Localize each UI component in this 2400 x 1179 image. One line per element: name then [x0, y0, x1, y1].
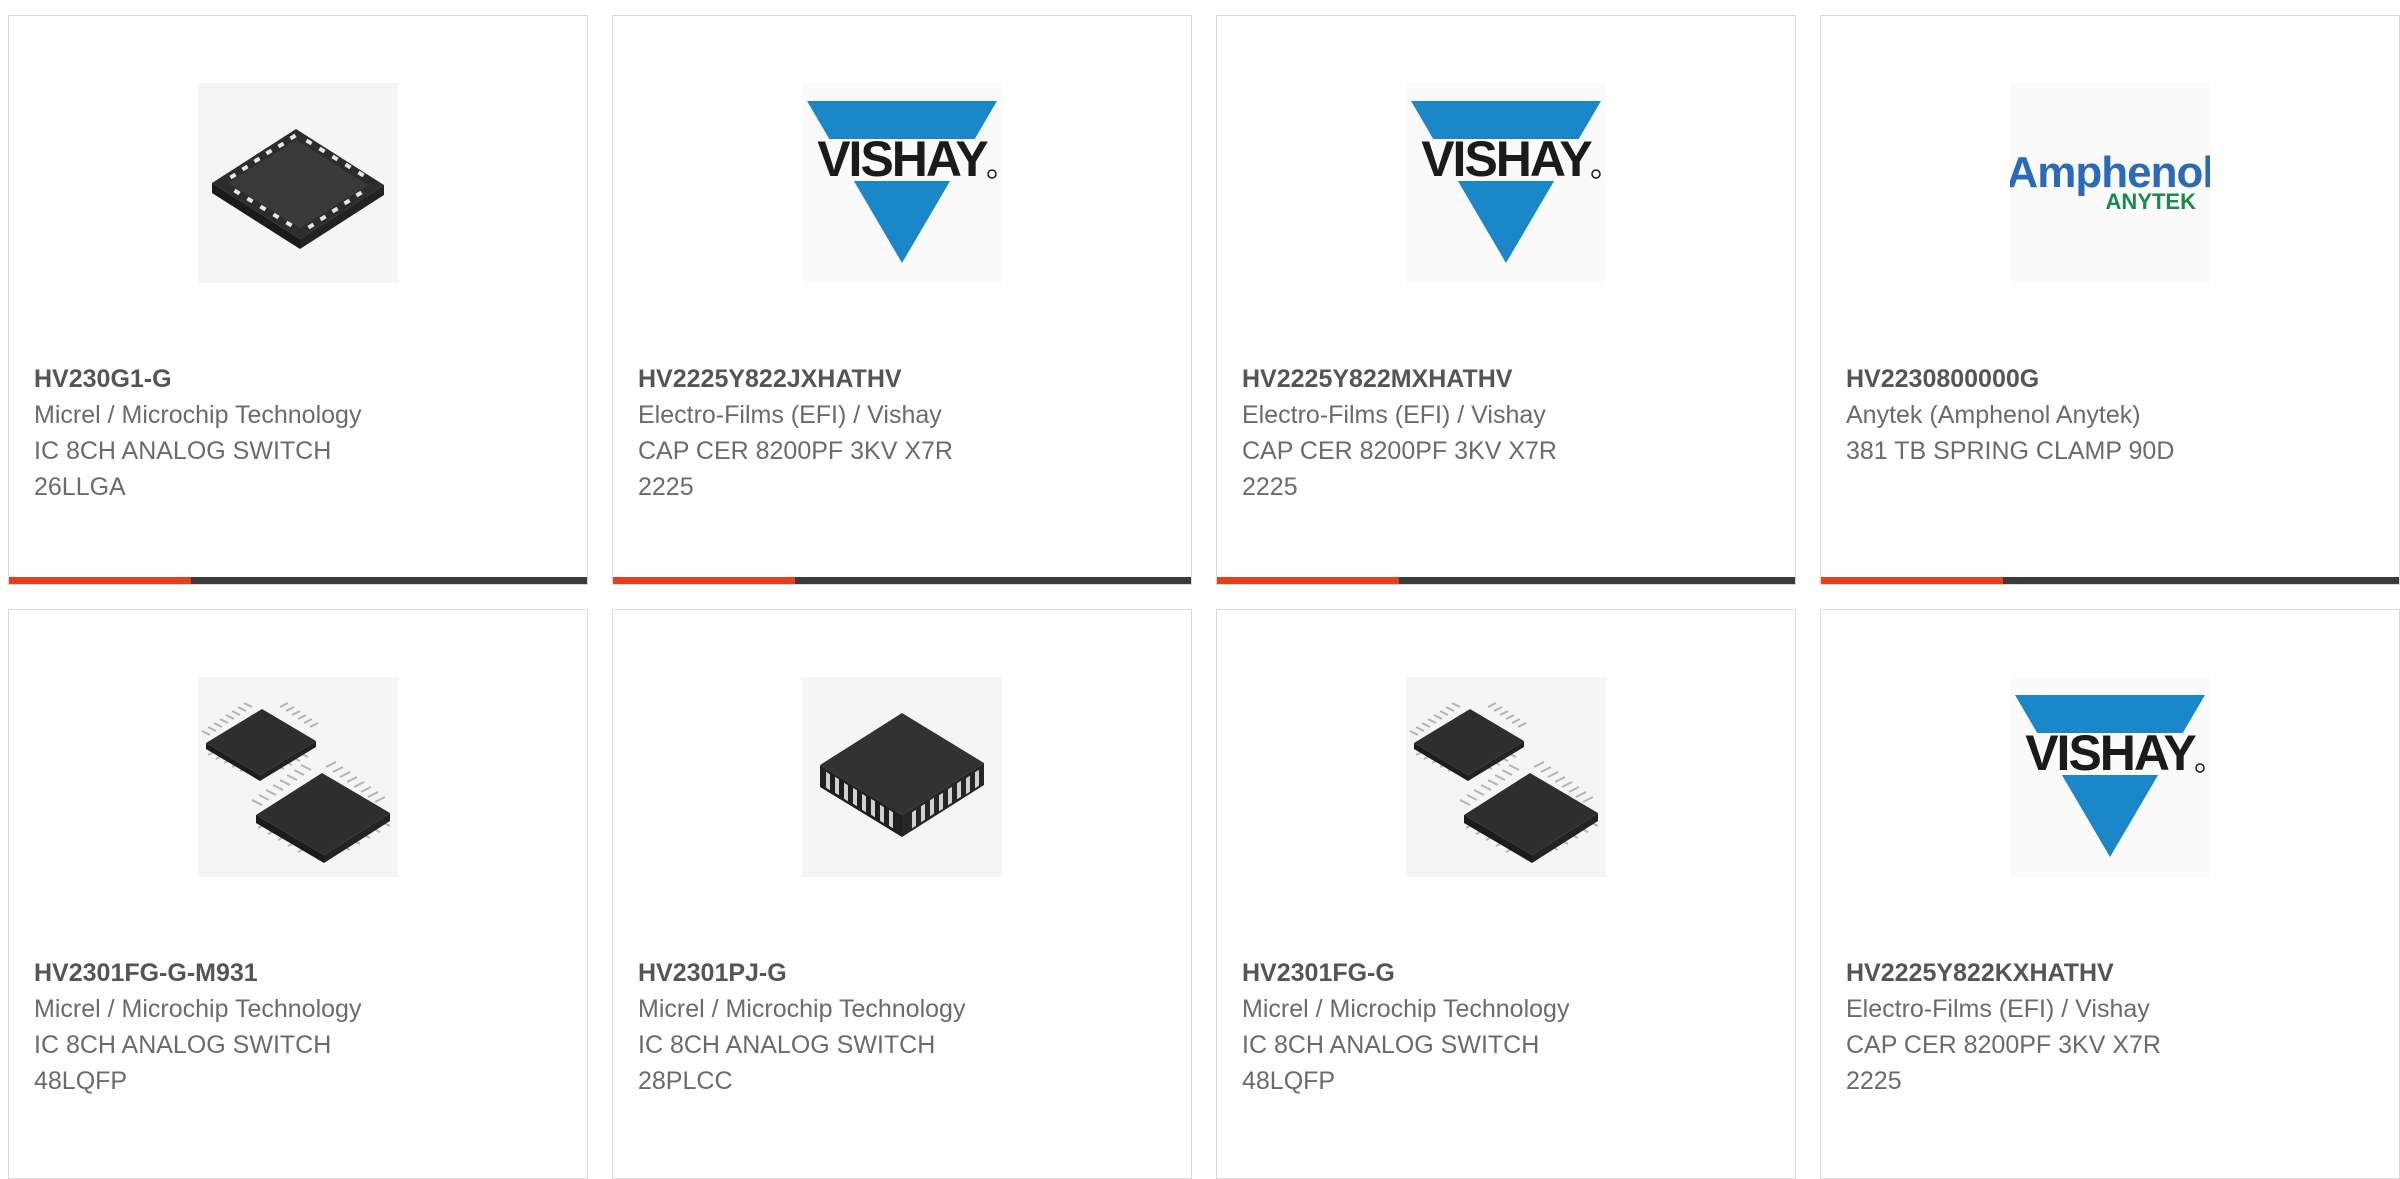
manufacturer: Micrel / Microchip Technology — [34, 401, 362, 429]
product-description: CAP CER 8200PF 3KV X7R 2225 — [1846, 1031, 2161, 1095]
product-card[interactable]: HV2301FG-G-M931 Micrel / Microchip Techn… — [8, 609, 588, 1179]
product-info: HV2225Y822MXHATHV Electro-Films (EFI) / … — [1242, 361, 1762, 505]
product-image[interactable]: Amphenol ANYTEK — [2010, 83, 2210, 283]
amphenol-anytek-logo: Amphenol ANYTEK — [2010, 148, 2210, 214]
product-image[interactable]: VISHAY — [802, 83, 1002, 283]
part-number[interactable]: HV2301PJ-G — [638, 955, 1158, 991]
product-image[interactable] — [802, 677, 1002, 877]
part-number[interactable]: HV2225Y822JXHATHV — [638, 361, 1158, 397]
lqfp-chips-image — [201, 702, 391, 863]
manufacturer: Electro-Films (EFI) / Vishay — [638, 401, 942, 429]
product-card[interactable]: VISHAY HV2225Y822KXHATHV Electro-Films (… — [1820, 609, 2400, 1179]
product-image[interactable]: VISHAY — [1406, 83, 1606, 283]
card-accent-bar — [1821, 577, 2399, 584]
product-card[interactable]: HV230G1-G Micrel / Microchip Technology … — [8, 15, 588, 585]
lqfp-chips-image — [1409, 702, 1599, 863]
vishay-logo: VISHAY — [2010, 695, 2210, 857]
part-number[interactable]: HV2230800000G — [1846, 361, 2366, 397]
anytek-logo-text: ANYTEK — [2106, 189, 2197, 214]
product-description: 381 TB SPRING CLAMP 90D — [1846, 437, 2175, 465]
manufacturer: Micrel / Microchip Technology — [1242, 995, 1570, 1023]
card-accent-bar — [9, 577, 587, 584]
lga-chip-image — [212, 129, 384, 249]
manufacturer: Electro-Films (EFI) / Vishay — [1846, 995, 2150, 1023]
product-description: IC 8CH ANALOG SWITCH 48LQFP — [34, 1031, 332, 1095]
vishay-logo: VISHAY — [1406, 101, 1606, 263]
product-image[interactable]: VISHAY — [2010, 677, 2210, 877]
product-card[interactable]: HV2301FG-G Micrel / Microchip Technology… — [1216, 609, 1796, 1179]
product-description: CAP CER 8200PF 3KV X7R 2225 — [638, 437, 953, 501]
product-card[interactable]: VISHAY HV2225Y822MXHATHV Electro-Films (… — [1216, 15, 1796, 585]
manufacturer: Electro-Films (EFI) / Vishay — [1242, 401, 1546, 429]
product-info: HV230G1-G Micrel / Microchip Technology … — [34, 361, 554, 505]
vishay-logo-text: VISHAY — [2025, 725, 2196, 781]
product-info: HV2225Y822KXHATHV Electro-Films (EFI) / … — [1846, 955, 2366, 1099]
product-image[interactable] — [198, 83, 398, 283]
card-accent-bar — [613, 577, 1191, 584]
product-grid: HV230G1-G Micrel / Microchip Technology … — [8, 15, 2400, 1179]
product-description: IC 8CH ANALOG SWITCH 28PLCC — [638, 1031, 936, 1095]
part-number[interactable]: HV2301FG-G — [1242, 955, 1762, 991]
product-description: IC 8CH ANALOG SWITCH 26LLGA — [34, 437, 332, 501]
part-number[interactable]: HV230G1-G — [34, 361, 554, 397]
product-info: HV2230800000G Anytek (Amphenol Anytek) 3… — [1846, 361, 2366, 469]
card-accent-bar — [1217, 577, 1795, 584]
product-image[interactable] — [1406, 677, 1606, 877]
vishay-logo-text: VISHAY — [817, 131, 988, 187]
part-number[interactable]: HV2301FG-G-M931 — [34, 955, 554, 991]
plcc-chip-image — [820, 713, 984, 837]
product-info: HV2301FG-G Micrel / Microchip Technology… — [1242, 955, 1762, 1099]
manufacturer: Micrel / Microchip Technology — [34, 995, 362, 1023]
product-description: IC 8CH ANALOG SWITCH 48LQFP — [1242, 1031, 1540, 1095]
product-info: HV2225Y822JXHATHV Electro-Films (EFI) / … — [638, 361, 1158, 505]
product-image[interactable] — [198, 677, 398, 877]
vishay-logo: VISHAY — [802, 101, 1002, 263]
product-description: CAP CER 8200PF 3KV X7R 2225 — [1242, 437, 1557, 501]
product-info: HV2301FG-G-M931 Micrel / Microchip Techn… — [34, 955, 554, 1099]
part-number[interactable]: HV2225Y822KXHATHV — [1846, 955, 2366, 991]
product-card[interactable]: Amphenol ANYTEK HV2230800000G Anytek (Am… — [1820, 15, 2400, 585]
manufacturer: Anytek (Amphenol Anytek) — [1846, 401, 2141, 429]
vishay-logo-text: VISHAY — [1421, 131, 1592, 187]
product-card[interactable]: VISHAY HV2225Y822JXHATHV Electro-Films (… — [612, 15, 1192, 585]
part-number[interactable]: HV2225Y822MXHATHV — [1242, 361, 1762, 397]
product-card[interactable]: HV2301PJ-G Micrel / Microchip Technology… — [612, 609, 1192, 1179]
manufacturer: Micrel / Microchip Technology — [638, 995, 966, 1023]
product-info: HV2301PJ-G Micrel / Microchip Technology… — [638, 955, 1158, 1099]
